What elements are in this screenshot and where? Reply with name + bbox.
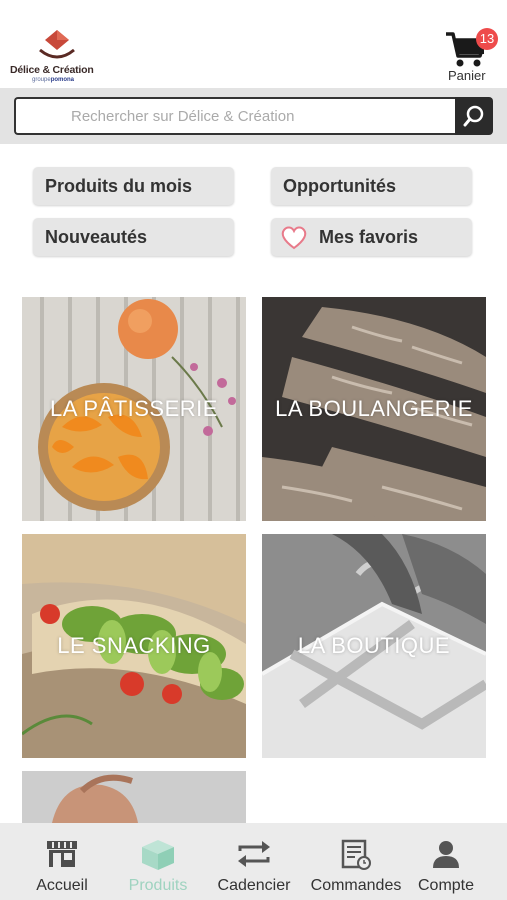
category-photo (22, 771, 246, 823)
quick-link-label: Mes favoris (319, 226, 419, 247)
bottom-nav: Accueil Produits Cadencier Commandes Com… (0, 823, 507, 900)
cart-label: Panier (448, 68, 486, 83)
opportunities-button[interactable]: Opportunités (271, 167, 472, 205)
category-label: LA BOUTIQUE (297, 633, 451, 658)
new-arrivals-button[interactable]: Nouveautés (33, 218, 234, 256)
category-tile-boulangerie[interactable]: LA BOULANGERIE (262, 297, 486, 521)
quick-link-label: Nouveautés (45, 226, 148, 247)
quick-link-label: Opportunités (283, 175, 396, 196)
repeat-icon (238, 841, 270, 867)
favorites-button[interactable]: Mes favoris (271, 218, 472, 256)
user-icon (433, 841, 459, 868)
nav-label: Produits (128, 877, 188, 894)
store-icon (47, 841, 77, 867)
category-tile-snacking[interactable]: LE SNACKING (22, 534, 246, 758)
search-bar (0, 88, 507, 144)
category-label: LA PÂTISSERIE (50, 396, 218, 421)
category-tile-partial[interactable] (22, 771, 246, 823)
header: Délice & Création groupepomona 13 Panier (0, 0, 507, 88)
cart-count-badge: 13 (476, 28, 498, 50)
nav-label: Accueil (36, 877, 88, 894)
logo-name: Délice & Création (10, 64, 94, 76)
nav-commandes[interactable]: Commandes (304, 823, 408, 900)
box-icon (142, 840, 174, 870)
category-tile-boutique[interactable]: LA BOUTIQUE (262, 534, 486, 758)
app-screen: Délice & Création groupepomona 13 Panier… (0, 0, 507, 900)
search-icon (463, 105, 484, 127)
nav-label: Cadencier (217, 877, 291, 894)
quick-link-label: Produits du mois (45, 175, 193, 196)
nav-cadencier[interactable]: Cadencier (210, 823, 298, 900)
category-tile-patisserie[interactable]: LA PÂTISSERIE (22, 297, 246, 521)
brand-logo[interactable]: Délice & Création groupepomona (10, 26, 102, 84)
logo-mark-icon (39, 30, 75, 59)
nav-label: Commandes (310, 877, 402, 894)
logo-group: groupepomona (32, 77, 75, 83)
nav-accueil[interactable]: Accueil (20, 823, 104, 900)
category-label: LA BOULANGERIE (275, 396, 473, 421)
nav-label: Compte (417, 877, 475, 894)
orders-icon (341, 839, 371, 870)
nav-compte[interactable]: Compte (412, 823, 480, 900)
search-button[interactable] (455, 97, 493, 135)
cart-button[interactable]: 13 Panier (440, 26, 500, 84)
heart-icon (281, 226, 307, 250)
nav-produits[interactable]: Produits (118, 823, 198, 900)
products-of-month-button[interactable]: Produits du mois (33, 167, 234, 205)
category-label: LE SNACKING (57, 633, 211, 658)
search-input[interactable] (14, 97, 456, 135)
